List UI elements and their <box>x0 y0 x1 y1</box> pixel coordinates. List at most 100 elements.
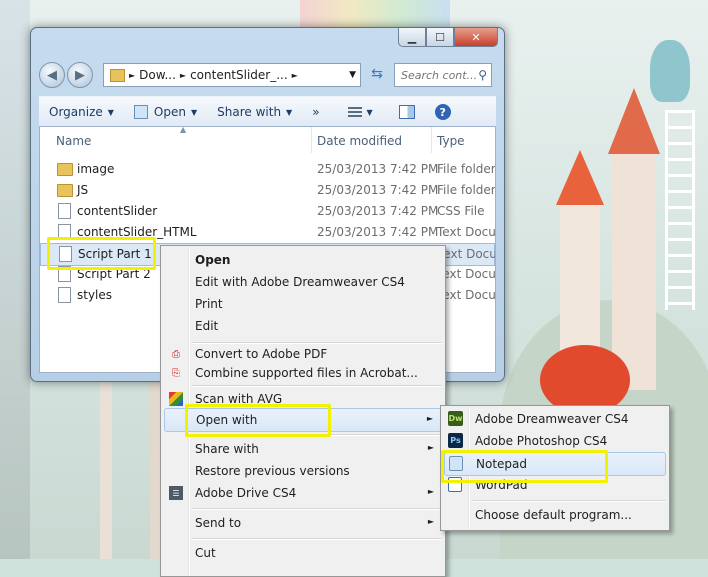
pdf-icon: ⎙ <box>172 348 180 360</box>
file-row-js[interactable]: JS 25/03/2013 7:42 PM File folder <box>40 180 495 201</box>
back-button[interactable]: ◀ <box>39 62 65 88</box>
share-with-button[interactable]: Share with ▼ <box>207 100 302 124</box>
menu-separator <box>192 508 442 510</box>
file-name: image <box>77 162 115 176</box>
menu-label: Restore previous versions <box>195 464 350 478</box>
wallpaper-owl <box>650 40 690 102</box>
file-name: styles <box>77 288 113 302</box>
search-box[interactable]: ⚲ <box>394 63 492 87</box>
menu-item-scan-avg[interactable]: Scan with AVG <box>164 388 442 410</box>
organize-label: Organize <box>49 105 103 119</box>
refresh-button[interactable]: ⇆ <box>365 63 389 85</box>
submenu-item-photoshop[interactable]: Ps Adobe Photoshop CS4 <box>444 430 666 452</box>
context-menu: Open Edit with Adobe Dreamweaver CS4 Pri… <box>160 245 446 577</box>
help-button[interactable]: ? <box>425 100 461 124</box>
forward-button[interactable]: ▶ <box>67 62 93 88</box>
notepad-icon <box>449 456 463 471</box>
adobe-drive-icon: ☰ <box>169 486 183 500</box>
preview-pane-icon <box>398 105 415 119</box>
submenu-item-dreamweaver[interactable]: Dw Adobe Dreamweaver CS4 <box>444 408 666 430</box>
avg-icon <box>169 392 183 406</box>
menu-item-restore-versions[interactable]: Restore previous versions <box>164 460 442 482</box>
file-type: Text Docum <box>438 247 495 261</box>
sort-up-icon: ▲ <box>180 126 187 134</box>
file-name: JS <box>77 183 89 197</box>
file-row-image[interactable]: image 25/03/2013 7:42 PM File folder <box>40 159 495 180</box>
submenu-arrow-icon: ► <box>426 414 433 423</box>
wallpaper-tree-left <box>0 0 30 559</box>
menu-label: Open with <box>196 413 258 427</box>
menu-item-adobe-drive[interactable]: ☰ Adobe Drive CS4 ► <box>164 482 442 504</box>
file-name: contentSlider <box>77 204 158 218</box>
share-with-label: Share with <box>217 105 282 119</box>
file-date: 25/03/2013 7:42 PM <box>317 225 439 239</box>
wordpad-icon <box>448 477 462 492</box>
menu-item-open[interactable]: Open <box>164 249 442 271</box>
menu-item-combine-acrobat[interactable]: ⎘ Combine supported files in Acrobat... <box>164 362 442 384</box>
menu-separator <box>192 538 442 540</box>
chevron-down-icon: ▼ <box>107 107 114 117</box>
navigation-bar: ◀ ▶ ► Dow... ► contentSlider_... ► ▼ ⇆ ⚲ <box>39 62 496 88</box>
column-divider[interactable] <box>431 127 432 153</box>
chevron-down-icon: ▼ <box>286 107 293 117</box>
breadcrumb-contentslider[interactable]: contentSlider_... <box>190 68 288 82</box>
menu-item-edit[interactable]: Edit <box>164 315 442 337</box>
submenu-item-wordpad[interactable]: WordPad <box>444 474 666 496</box>
text-file-icon <box>58 224 71 240</box>
breadcrumb-downloads[interactable]: Dow... <box>139 68 176 82</box>
menu-item-open-with[interactable]: Open with ► <box>164 408 442 432</box>
address-dropdown-icon[interactable]: ▼ <box>349 70 356 80</box>
close-button[interactable]: ✕ <box>454 28 498 47</box>
file-date: 25/03/2013 7:42 PM <box>317 183 439 197</box>
menu-item-edit-dreamweaver[interactable]: Edit with Adobe Dreamweaver CS4 <box>164 271 442 293</box>
more-commands-button[interactable]: » <box>302 100 329 124</box>
views-button[interactable]: ▼ <box>338 100 383 124</box>
file-type: File folder <box>437 162 496 176</box>
photoshop-icon: Ps <box>448 433 463 448</box>
submenu-item-notepad[interactable]: Notepad <box>444 452 666 476</box>
open-button[interactable]: Open ▼ <box>124 100 207 124</box>
caption-buttons: ▁ ☐ ✕ <box>398 28 498 47</box>
notepad-icon <box>133 105 148 119</box>
file-row-contentslider[interactable]: contentSlider 25/03/2013 7:42 PM CSS Fil… <box>40 201 495 222</box>
menu-label: Edit with Adobe Dreamweaver CS4 <box>195 275 405 289</box>
text-file-icon <box>59 246 72 262</box>
submenu-item-choose-default[interactable]: Choose default program... <box>444 504 666 526</box>
menu-item-cut[interactable]: Cut <box>164 542 442 564</box>
chevron-down-icon: ▼ <box>366 107 373 117</box>
menu-separator <box>472 500 666 502</box>
search-icon[interactable]: ⚲ <box>478 68 487 82</box>
wallpaper-roof-left <box>556 150 604 205</box>
file-row-contentslider-html[interactable]: contentSlider_HTML 25/03/2013 7:42 PM Te… <box>40 222 495 243</box>
text-file-icon <box>58 266 71 282</box>
search-input[interactable] <box>399 67 479 83</box>
wallpaper-trunk-2 <box>100 380 112 559</box>
organize-button[interactable]: Organize ▼ <box>39 100 124 124</box>
menu-label: Scan with AVG <box>195 392 283 406</box>
open-with-submenu: Dw Adobe Dreamweaver CS4 Ps Adobe Photos… <box>440 405 670 531</box>
column-divider[interactable] <box>311 127 312 153</box>
menu-item-share-with[interactable]: Share with ► <box>164 438 442 460</box>
menu-item-send-to[interactable]: Send to ► <box>164 512 442 534</box>
dreamweaver-icon: Dw <box>448 411 463 426</box>
menu-label: Print <box>195 297 223 311</box>
minimize-button[interactable]: ▁ <box>398 28 426 47</box>
column-header-type[interactable]: Type <box>437 127 465 155</box>
preview-pane-button[interactable] <box>389 100 425 124</box>
menu-label: Adobe Photoshop CS4 <box>475 434 608 448</box>
command-bar: Organize ▼ Open ▼ Share with ▼ » ▼ ? <box>39 96 496 127</box>
column-header-date[interactable]: Date modified <box>317 127 402 155</box>
file-type: Text Docum <box>437 225 496 239</box>
menu-separator <box>192 434 442 436</box>
menu-label: Edit <box>195 319 219 333</box>
address-separator-icon: ► <box>179 70 187 80</box>
menu-label: WordPad <box>475 478 528 492</box>
folder-icon <box>57 163 73 176</box>
file-name: Script Part 1 <box>78 247 152 261</box>
file-date: 25/03/2013 7:42 PM <box>317 204 439 218</box>
maximize-button[interactable]: ☐ <box>426 28 454 47</box>
column-header-name[interactable]: Name <box>56 127 91 155</box>
menu-item-print[interactable]: Print <box>164 293 442 315</box>
help-icon: ? <box>434 104 451 120</box>
address-bar[interactable]: ► Dow... ► contentSlider_... ► ▼ <box>103 63 361 87</box>
